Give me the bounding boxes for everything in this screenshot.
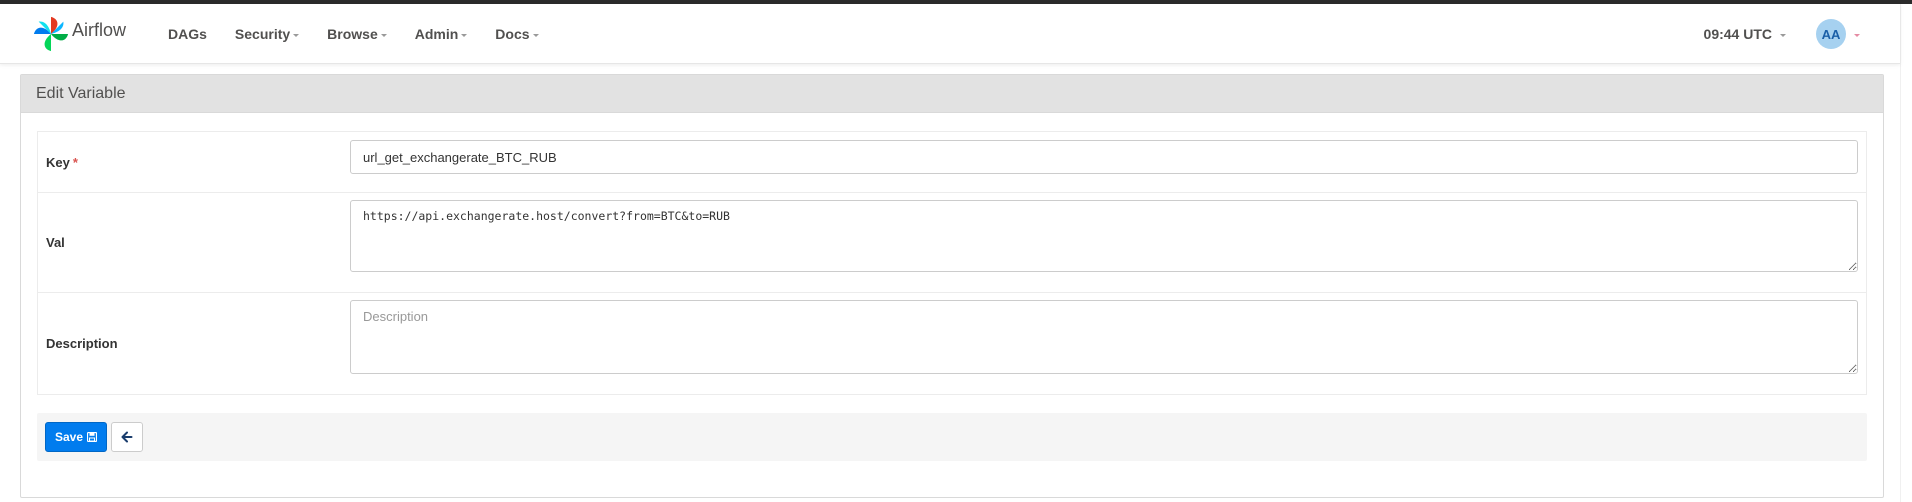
val-textarea[interactable]: https://api.exchangerate.host/convert?fr…: [350, 200, 1858, 272]
floppy-disk-icon: [87, 432, 98, 442]
key-label: Key *: [38, 132, 350, 192]
chevron-down-icon: [532, 34, 539, 37]
arrow-left-icon: [121, 431, 133, 443]
form-row-description: Description: [38, 292, 1866, 394]
description-label: Description: [38, 293, 350, 394]
chevron-down-icon: [1854, 34, 1860, 37]
form-row-val: Val https://api.exchangerate.host/conver…: [38, 192, 1866, 292]
user-menu[interactable]: AA: [1816, 19, 1860, 49]
save-button-label: Save: [55, 430, 84, 444]
description-field-cell: [350, 293, 1866, 394]
clock-time: 09:44 UTC: [1703, 26, 1772, 42]
variable-form: Key * Val https://api.exchangerate.host/…: [37, 131, 1867, 395]
key-input[interactable]: [350, 140, 1858, 174]
val-label-text: Val: [46, 235, 65, 250]
nav-docs-label: Docs: [495, 26, 530, 42]
brand-link[interactable]: Airflow: [32, 14, 126, 54]
nav-dags[interactable]: DAGs: [154, 4, 221, 64]
key-label-text: Key: [46, 154, 70, 170]
main-menu: DAGs Security Browse Admin Docs: [154, 4, 553, 64]
form-row-key: Key *: [38, 132, 1866, 192]
chevron-down-icon: [293, 34, 300, 37]
val-label: Val: [38, 193, 350, 292]
edit-variable-panel: Edit Variable Key * Val https://api.exch…: [20, 74, 1884, 498]
chevron-down-icon: [380, 34, 387, 37]
nav-admin[interactable]: Admin: [401, 4, 482, 64]
save-button[interactable]: Save: [45, 422, 108, 452]
nav-browse[interactable]: Browse: [313, 4, 401, 64]
page-scrollbar[interactable]: [1900, 4, 1912, 502]
required-marker: *: [72, 154, 78, 170]
chevron-down-icon: [461, 34, 468, 37]
form-actions: Save: [37, 413, 1867, 461]
nav-browse-label: Browse: [327, 26, 378, 42]
avatar: AA: [1816, 19, 1846, 49]
nav-dags-label: DAGs: [168, 26, 207, 42]
nav-security[interactable]: Security: [221, 4, 313, 64]
nav-security-label: Security: [234, 26, 291, 42]
top-navbar: Airflow DAGs Security Browse Admin Docs …: [0, 4, 1900, 64]
key-field-cell: [350, 132, 1866, 192]
back-button[interactable]: [111, 422, 144, 452]
panel-title: Edit Variable: [21, 75, 1883, 113]
timezone-clock-dropdown[interactable]: 09:44 UTC: [1704, 26, 1786, 42]
brand-name: Airflow: [72, 19, 127, 40]
nav-docs[interactable]: Docs: [481, 4, 552, 64]
airflow-pinwheel-icon: [33, 16, 69, 52]
chevron-down-icon: [1780, 34, 1786, 37]
val-field-cell: https://api.exchangerate.host/convert?fr…: [350, 193, 1866, 292]
navbar-right: 09:44 UTC AA: [1704, 4, 1860, 64]
description-label-text: Description: [46, 336, 118, 351]
description-textarea[interactable]: [350, 300, 1858, 374]
nav-admin-label: Admin: [414, 26, 459, 42]
